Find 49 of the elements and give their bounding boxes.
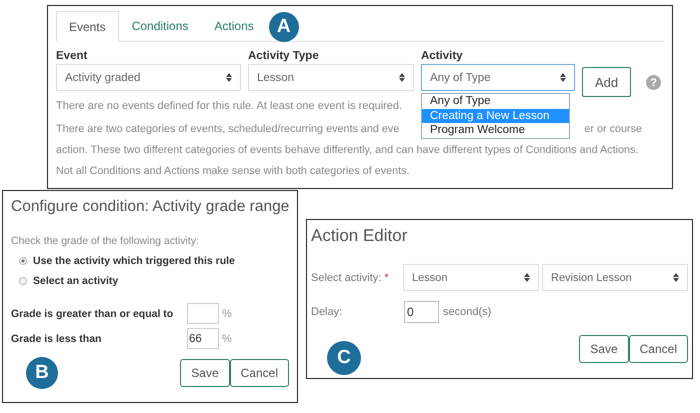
field-label: Delay: (311, 306, 344, 318)
description-text: er or course (584, 122, 642, 137)
field-label: Activity Type (248, 50, 320, 62)
unit-label: % (222, 332, 232, 344)
select-field[interactable]: Activity graded (56, 64, 241, 91)
unit-label: second(s) (443, 306, 492, 318)
field-label: Event (56, 50, 88, 62)
step-badge: C (327, 341, 361, 375)
field-label: Activity (421, 50, 464, 62)
radio-icon[interactable] (19, 277, 27, 285)
select-field[interactable]: Revision Lesson (542, 264, 688, 291)
step-badge: A (268, 12, 299, 42)
dropdown-option[interactable]: Any of Type (422, 94, 569, 108)
radio-option[interactable]: Use the activity which triggered this rule (19, 255, 289, 267)
add-button[interactable]: Add (582, 67, 632, 97)
unit-label: % (222, 308, 232, 320)
save-button[interactable]: Save (180, 359, 230, 387)
tab[interactable]: Events (56, 11, 119, 42)
dialog-title: Action Editor (311, 226, 408, 246)
step-badge: B (26, 357, 58, 389)
radio-icon[interactable] (19, 257, 27, 265)
caret-icon (399, 73, 405, 82)
dropdown-option[interactable]: Program Welcome (422, 123, 569, 138)
select-field[interactable]: Any of Type (421, 64, 575, 91)
prompt-text: Check the grade of the following activity: (11, 235, 200, 247)
description-text: action. These two different categories of events behave differently, and can have different types of Conditions and Actions. Not all Conditions and Actions make sense with both categories of events. (56, 143, 640, 179)
radio-label: Use the activity which triggered this rule (33, 255, 235, 267)
dialog-title: Configure condition: Activity grade range (11, 197, 289, 217)
cancel-button[interactable]: Cancel (230, 359, 289, 387)
caret-icon (673, 273, 679, 282)
select-field[interactable]: Lesson (248, 64, 414, 91)
input-field[interactable] (187, 303, 219, 324)
save-button[interactable]: Save (579, 335, 629, 363)
radio-label: Select an activity (33, 275, 118, 287)
caret-icon (226, 73, 232, 82)
input-field[interactable]: 66 (187, 328, 219, 349)
description-text: There are two categories of events, scheduled/recurring events and eve (56, 122, 400, 137)
input-field[interactable]: 0 (404, 301, 439, 323)
caret-icon (560, 73, 566, 82)
select-field[interactable]: Lesson (403, 264, 539, 291)
tab[interactable]: Actions (201, 10, 267, 41)
field-label: Grade is greater than or equal to (11, 308, 174, 320)
caret-icon (524, 273, 530, 282)
cancel-button[interactable]: Cancel (628, 335, 688, 363)
tab[interactable]: Conditions (118, 10, 202, 41)
field-label: Select activity: * (311, 272, 390, 284)
error-message: There are no events defined for this rule. At least one event is required. (56, 100, 402, 112)
radio-option[interactable]: Select an activity (19, 275, 289, 287)
field-label: Grade is less than (11, 332, 102, 344)
